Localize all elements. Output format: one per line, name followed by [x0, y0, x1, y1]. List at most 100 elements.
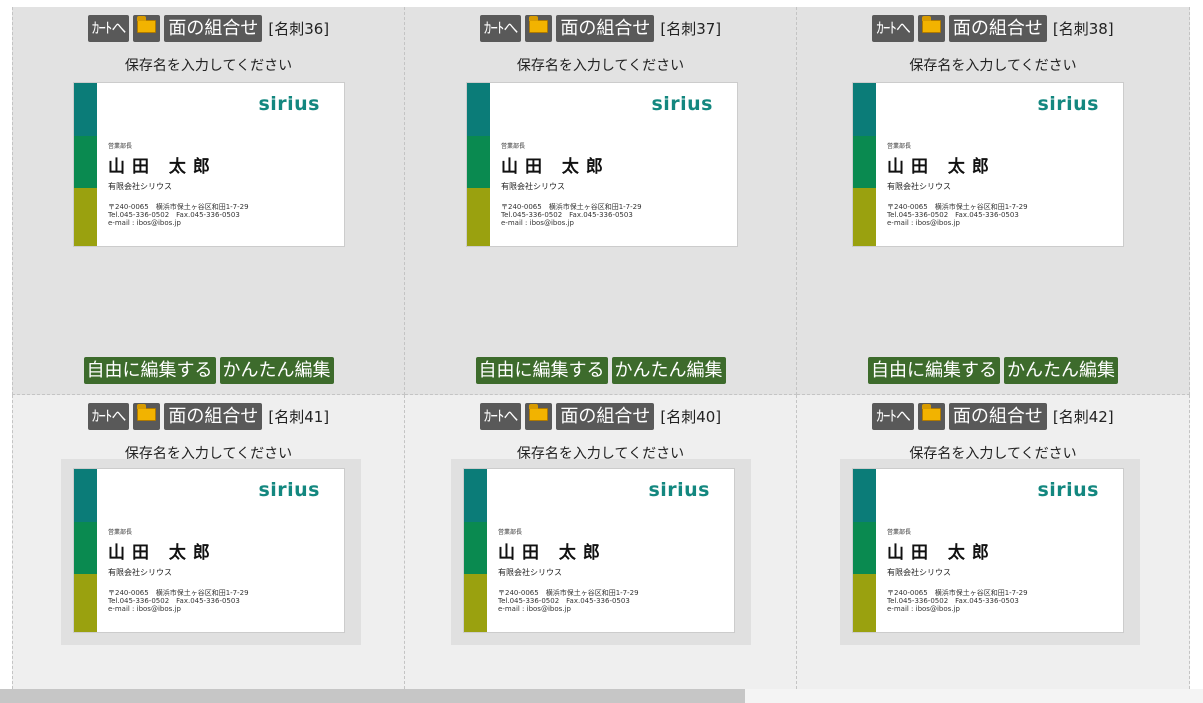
- card-email: e-mail : ibos@ibos.jp: [887, 219, 960, 227]
- edit-bar: 自由に編集する かんたん編集: [13, 357, 404, 384]
- folder-icon: [529, 16, 549, 33]
- folder-button[interactable]: [525, 403, 553, 430]
- business-card-preview[interactable]: sirius 営業部長 山田 太郎 有限会社シリウス 〒240-0065 横浜市…: [852, 82, 1124, 247]
- card-cell: ｶｰﾄへ 面の組合せ [名刺36] 保存名を入力してください sirius 営業部長…: [12, 7, 405, 395]
- business-card-preview[interactable]: sirius 営業部長 山田 太郎 有限会社シリウス 〒240-0065 横浜市…: [73, 82, 345, 247]
- card-tel-fax: Tel.045-336-0502 Fax.045-336-0503: [108, 597, 240, 605]
- save-name-field[interactable]: 保存名を入力してください: [13, 55, 404, 75]
- card-color-bar: [464, 522, 487, 574]
- scrollbar-thumb[interactable]: [0, 689, 745, 703]
- card-color-bar: [853, 136, 876, 188]
- card-email: e-mail : ibos@ibos.jp: [887, 605, 960, 613]
- cell-toolbar: ｶｰﾄへ 面の組合せ [名刺37]: [405, 15, 796, 42]
- cell-toolbar: ｶｰﾄへ 面の組合せ [名刺38]: [797, 15, 1189, 42]
- cell-toolbar: ｶｰﾄへ 面の組合せ [名刺36]: [13, 15, 404, 42]
- card-color-bar: [853, 574, 876, 632]
- card-person-name: 山田 太郎: [108, 543, 217, 563]
- card-cell: ｶｰﾄへ 面の組合せ [名刺40] 保存名を入力してください sirius 営業部長…: [405, 395, 797, 689]
- card-logo: sirius: [1037, 93, 1099, 115]
- card-address: 〒240-0065 横浜市保土ヶ谷区和田1-7-29: [108, 589, 249, 597]
- card-person-name: 山田 太郎: [108, 157, 217, 177]
- card-tel-fax: Tel.045-336-0502 Fax.045-336-0503: [887, 597, 1019, 605]
- card-job-title: 営業部長: [498, 529, 523, 536]
- card-job-title: 営業部長: [108, 529, 133, 536]
- card-company: 有限会社シリウス: [498, 568, 562, 577]
- cell-toolbar: ｶｰﾄへ 面の組合せ [名刺42]: [797, 403, 1189, 430]
- folder-icon: [921, 16, 941, 33]
- horizontal-scrollbar[interactable]: [0, 689, 1203, 703]
- card-email: e-mail : ibos@ibos.jp: [498, 605, 571, 613]
- folder-button[interactable]: [917, 403, 945, 430]
- side-combination-button[interactable]: 面の組合せ: [556, 15, 655, 42]
- add-to-cart-button[interactable]: ｶｰﾄへ: [872, 403, 914, 430]
- card-person-name: 山田 太郎: [501, 157, 610, 177]
- folder-button[interactable]: [525, 15, 553, 42]
- card-job-title: 営業部長: [108, 143, 133, 150]
- card-job-title: 営業部長: [887, 529, 912, 536]
- easy-edit-button[interactable]: かんたん編集: [219, 357, 334, 384]
- side-combination-button[interactable]: 面の組合せ: [164, 403, 263, 430]
- easy-edit-button[interactable]: かんたん編集: [611, 357, 726, 384]
- card-cell: ｶｰﾄへ 面の組合せ [名刺42] 保存名を入力してください sirius 営業部長…: [797, 395, 1190, 689]
- add-to-cart-button[interactable]: ｶｰﾄへ: [87, 15, 130, 42]
- card-tel-fax: Tel.045-336-0502 Fax.045-336-0503: [501, 211, 633, 219]
- card-company: 有限会社シリウス: [108, 182, 172, 191]
- business-card-preview[interactable]: sirius 営業部長 山田 太郎 有限会社シリウス 〒240-0065 横浜市…: [852, 468, 1124, 633]
- card-color-bar: [74, 469, 97, 522]
- folder-button[interactable]: [133, 403, 161, 430]
- card-cell: ｶｰﾄへ 面の組合せ [名刺38] 保存名を入力してください sirius 営業部長…: [797, 7, 1190, 395]
- card-color-bar: [853, 469, 876, 522]
- card-person-name: 山田 太郎: [498, 543, 607, 563]
- card-tel-fax: Tel.045-336-0502 Fax.045-336-0503: [498, 597, 630, 605]
- folder-button[interactable]: [133, 15, 161, 42]
- card-address: 〒240-0065 横浜市保土ヶ谷区和田1-7-29: [887, 589, 1028, 597]
- card-number: [名刺38]: [1052, 20, 1114, 38]
- save-name-field[interactable]: 保存名を入力してください: [797, 55, 1189, 75]
- card-address: 〒240-0065 横浜市保土ヶ谷区和田1-7-29: [498, 589, 639, 597]
- business-card-preview[interactable]: sirius 営業部長 山田 太郎 有限会社シリウス 〒240-0065 横浜市…: [73, 468, 345, 633]
- card-person-name: 山田 太郎: [887, 157, 996, 177]
- side-combination-button[interactable]: 面の組合せ: [948, 15, 1047, 42]
- add-to-cart-button[interactable]: ｶｰﾄへ: [87, 403, 130, 430]
- card-address: 〒240-0065 横浜市保土ヶ谷区和田1-7-29: [501, 203, 642, 211]
- card-color-bar: [464, 574, 487, 632]
- selected-card-frame: sirius 営業部長 山田 太郎 有限会社シリウス 〒240-0065 横浜市…: [61, 459, 361, 645]
- cell-toolbar: ｶｰﾄへ 面の組合せ [名刺41]: [13, 403, 404, 430]
- card-company: 有限会社シリウス: [887, 182, 951, 191]
- business-card-preview[interactable]: sirius 営業部長 山田 太郎 有限会社シリウス 〒240-0065 横浜市…: [466, 82, 738, 247]
- card-email: e-mail : ibos@ibos.jp: [108, 605, 181, 613]
- card-logo: sirius: [258, 479, 320, 501]
- card-color-bar: [74, 522, 97, 574]
- folder-button[interactable]: [917, 15, 945, 42]
- card-logo: sirius: [1037, 479, 1099, 501]
- folder-icon: [137, 404, 157, 421]
- side-combination-button[interactable]: 面の組合せ: [556, 403, 655, 430]
- add-to-cart-button[interactable]: ｶｰﾄへ: [479, 15, 522, 42]
- free-edit-button[interactable]: 自由に編集する: [475, 357, 608, 384]
- business-card-preview[interactable]: sirius 営業部長 山田 太郎 有限会社シリウス 〒240-0065 横浜市…: [463, 468, 735, 633]
- card-job-title: 営業部長: [501, 143, 526, 150]
- edit-bar: 自由に編集する かんたん編集: [405, 357, 796, 384]
- card-logo: sirius: [648, 479, 710, 501]
- easy-edit-button[interactable]: かんたん編集: [1004, 357, 1118, 384]
- card-color-bar: [467, 83, 490, 136]
- card-logo: sirius: [651, 93, 713, 115]
- free-edit-button[interactable]: 自由に編集する: [83, 357, 216, 384]
- card-company: 有限会社シリウス: [887, 568, 951, 577]
- card-company: 有限会社シリウス: [108, 568, 172, 577]
- card-cell: ｶｰﾄへ 面の組合せ [名刺41] 保存名を入力してください sirius 営業部長…: [12, 395, 405, 689]
- free-edit-button[interactable]: 自由に編集する: [868, 357, 1000, 384]
- card-color-bar: [467, 188, 490, 246]
- side-combination-button[interactable]: 面の組合せ: [948, 403, 1047, 430]
- save-name-field[interactable]: 保存名を入力してください: [405, 55, 796, 75]
- card-number: [名刺41]: [268, 408, 330, 426]
- card-job-title: 営業部長: [887, 143, 912, 150]
- side-combination-button[interactable]: 面の組合せ: [164, 15, 263, 42]
- folder-icon: [529, 404, 549, 421]
- card-color-bar: [74, 83, 97, 136]
- card-color-bar: [853, 522, 876, 574]
- add-to-cart-button[interactable]: ｶｰﾄへ: [479, 403, 522, 430]
- add-to-cart-button[interactable]: ｶｰﾄへ: [872, 15, 914, 42]
- card-number: [名刺36]: [268, 20, 330, 38]
- card-address: 〒240-0065 横浜市保土ヶ谷区和田1-7-29: [108, 203, 249, 211]
